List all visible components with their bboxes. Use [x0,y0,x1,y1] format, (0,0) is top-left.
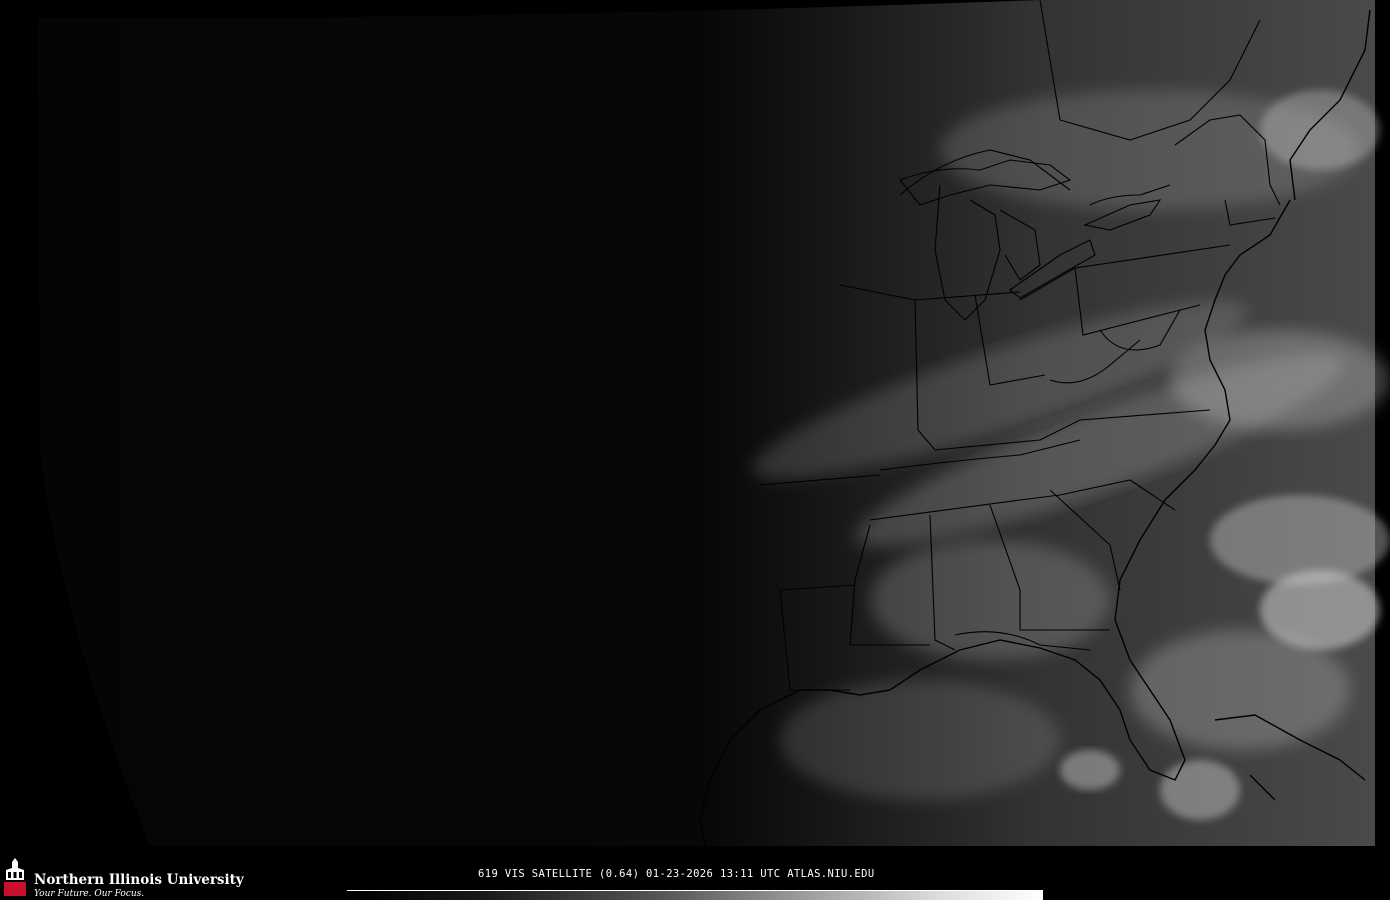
niu-tagline: Your Future. Our Focus. [34,889,145,899]
colorbar [347,890,1043,900]
footer-bar: Northern Illinois University Your Future… [0,846,1390,900]
niu-logo: Northern Illinois University Your Future… [2,856,244,899]
image-caption: 619 VIS SATELLITE (0.64) 01-23-2026 13:1… [478,868,875,880]
satellite-image [0,0,1390,847]
niu-seal-icon [4,858,26,896]
satellite-map [38,0,1390,847]
niu-name: Northern Illinois University [34,872,244,888]
